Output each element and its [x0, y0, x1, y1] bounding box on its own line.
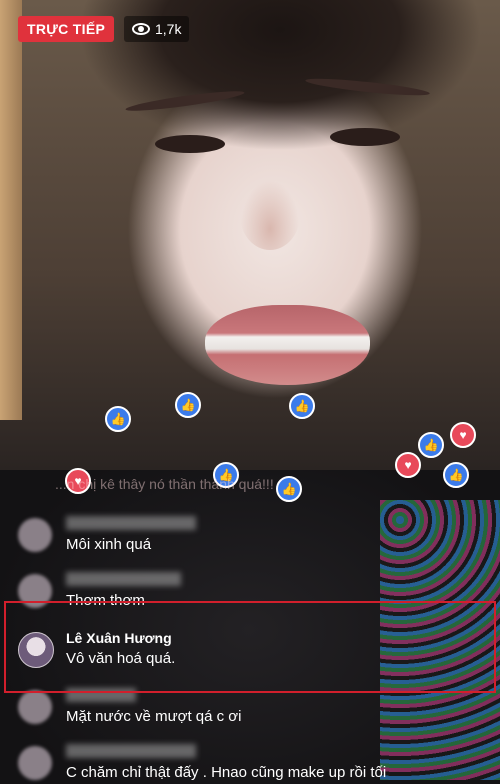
- thumbs-up-icon: 👍: [276, 476, 302, 502]
- thumbs-up-icon: 👍: [105, 406, 131, 432]
- mouth: [205, 305, 370, 385]
- eye-icon: [132, 23, 150, 35]
- commenter-name-blurred: [66, 744, 196, 758]
- thumbs-up-icon: 👍: [443, 462, 469, 488]
- faded-comment: ...n chị kê thây nó thần thánh quá!!!: [55, 476, 274, 492]
- heart-icon: ♥: [395, 452, 421, 478]
- comment-item[interactable]: Môi xinh quá: [18, 516, 500, 556]
- avatar[interactable]: [18, 746, 52, 780]
- highlight-box: [4, 601, 496, 693]
- thumbs-up-icon: 👍: [289, 393, 315, 419]
- background-wall: [0, 0, 22, 420]
- comment-text: C chăm chỉ thật đấy . Hnao cũng make up …: [66, 764, 387, 781]
- viewer-count-value: 1,7k: [155, 21, 182, 37]
- viewer-count: 1,7k: [124, 16, 190, 42]
- comment-text: Môi xinh quá: [66, 536, 152, 553]
- heart-icon: ♥: [450, 422, 476, 448]
- right-eye: [330, 128, 400, 146]
- commenter-name-blurred: [66, 572, 181, 586]
- live-badge: TRỰC TIẾP: [18, 16, 115, 42]
- thumbs-up-icon: 👍: [418, 432, 444, 458]
- left-eye: [155, 135, 225, 153]
- comment-item[interactable]: Mặt nước về mượt qá c ơi: [18, 688, 500, 728]
- avatar[interactable]: [18, 518, 52, 552]
- comment-item[interactable]: C chăm chỉ thật đấy . Hnao cũng make up …: [18, 744, 500, 784]
- live-video-player[interactable]: TRỰC TIẾP 1,7k 👍 👍 👍 👍 👍 👍 👍 ♥ ♥ ♥ ...n …: [0, 0, 500, 784]
- commenter-name-blurred: [66, 516, 196, 530]
- thumbs-up-icon: 👍: [175, 392, 201, 418]
- comment-text: Mặt nước về mượt qá c ơi: [66, 708, 242, 725]
- avatar[interactable]: [18, 690, 52, 724]
- nose: [240, 180, 300, 250]
